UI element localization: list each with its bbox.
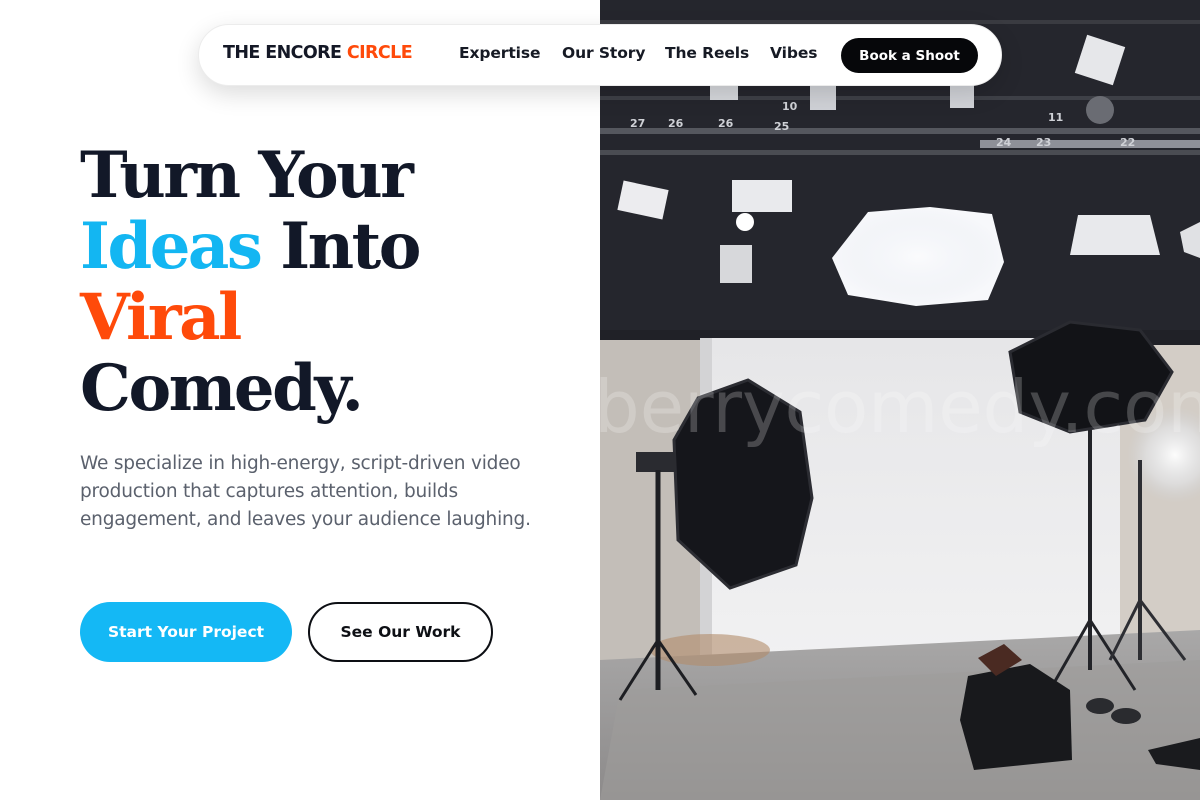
- headline-line-2: Ideas Into: [80, 209, 421, 284]
- hero-description: We specialize in high-energy, script-dri…: [80, 453, 531, 530]
- rig-label: 26: [668, 117, 684, 130]
- rig-label: 23: [1036, 136, 1051, 149]
- nav-link-expertise[interactable]: Expertise: [459, 44, 541, 62]
- brand-name: THE ENCORE: [223, 43, 347, 63]
- nav-link-the-reels[interactable]: The Reels: [665, 44, 749, 62]
- headline-line-1: Turn Your: [80, 138, 414, 213]
- rig-label: 10: [782, 100, 798, 113]
- see-our-work-button[interactable]: See Our Work: [308, 602, 493, 662]
- headline-line-2-rest: Into: [260, 209, 421, 284]
- nav-link-our-story[interactable]: Our Story: [562, 44, 645, 62]
- studio-photo: 10 27 26 26 25 11 24 23 22 berrycomedy.c…: [600, 0, 1200, 800]
- rig-label: 27: [630, 117, 645, 130]
- studio-photo-illustration: 10 27 26 26 25 11 24 23 22 berrycomedy.c…: [600, 0, 1200, 800]
- start-project-button[interactable]: Start Your Project: [80, 602, 292, 662]
- top-navigation: THE ENCORE CIRCLE Expertise Our Story Th…: [198, 24, 1002, 86]
- photo-watermark: berrycomedy.com: [600, 365, 1200, 449]
- brand-logo[interactable]: THE ENCORE CIRCLE: [223, 43, 413, 63]
- rig-label: 25: [774, 120, 789, 133]
- rig-label: 22: [1120, 136, 1135, 149]
- nav-link-vibes[interactable]: Vibes: [770, 44, 817, 62]
- headline-highlight-ideas: Ideas: [80, 209, 263, 284]
- hero-headline: Turn Your Ideas Into Viral Comedy.: [80, 138, 421, 426]
- book-a-shoot-button[interactable]: Book a Shoot: [841, 38, 978, 73]
- rig-label: 24: [996, 136, 1012, 149]
- rig-label: 11: [1048, 111, 1063, 124]
- headline-highlight-viral: Viral: [80, 280, 242, 355]
- headline-line-4: Comedy.: [80, 351, 364, 426]
- rig-label: 26: [718, 117, 734, 130]
- brand-name-accent: CIRCLE: [346, 43, 413, 63]
